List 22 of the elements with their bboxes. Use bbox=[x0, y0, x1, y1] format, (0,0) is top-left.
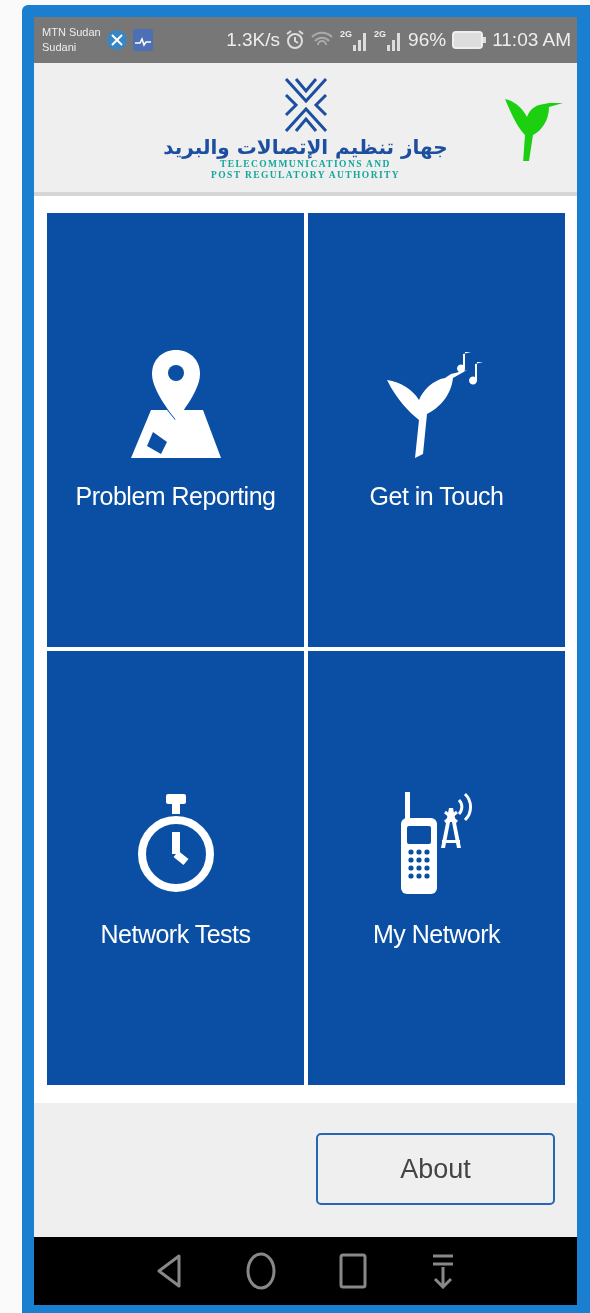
battery-percent: 96% bbox=[408, 29, 447, 51]
health-app-icon bbox=[132, 29, 153, 51]
authority-name: TELECOMMUNICATIONS AND bbox=[220, 158, 391, 170]
menu-tile[interactable]: Get in Touch bbox=[308, 213, 565, 647]
about-button[interactable]: About bbox=[316, 1133, 555, 1205]
authority-name: POST REGULATORY AUTHORITY bbox=[211, 169, 400, 181]
clock-time: 11:03 AM bbox=[492, 29, 571, 51]
network-type: 2G bbox=[374, 29, 387, 39]
alarm-icon bbox=[286, 30, 305, 50]
menu-tile[interactable]: Network Tests bbox=[47, 651, 304, 1085]
home-icon[interactable] bbox=[245, 1252, 276, 1290]
network-speed: 1.3K/s bbox=[226, 29, 281, 51]
carrier-name: MTN Sudan Sudani bbox=[42, 25, 101, 55]
menu-tile[interactable]: My Network bbox=[308, 651, 565, 1085]
back-icon[interactable] bbox=[155, 1253, 182, 1289]
map-pin-icon bbox=[128, 349, 223, 460]
battery-icon bbox=[452, 31, 487, 49]
authority-name-arabic: جهاز تنظيم الإتصالات والبريد bbox=[163, 134, 448, 159]
menu-tile[interactable]: Problem Reporting bbox=[47, 213, 304, 647]
network-type: 2G bbox=[340, 29, 353, 39]
recents-icon[interactable] bbox=[339, 1253, 368, 1289]
notification-pulldown-icon[interactable] bbox=[431, 1253, 456, 1289]
